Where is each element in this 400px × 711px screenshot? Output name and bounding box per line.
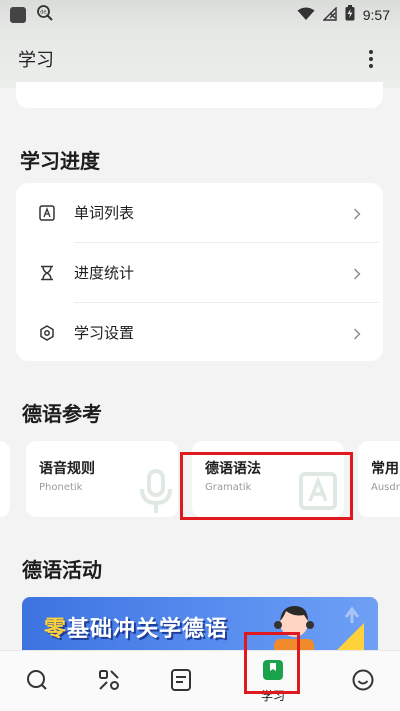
search-text-icon: de [36, 4, 54, 26]
app-notification-icon [10, 7, 26, 23]
ref-card-title: 德语语法 [205, 461, 261, 477]
wifi-icon [297, 6, 315, 25]
app-bar: 学习 [0, 30, 400, 88]
grammar-a-icon [298, 471, 338, 515]
progress-list-card: 单词列表 进度统计 学习设置 [16, 183, 383, 361]
clock-time: 9:57 [362, 7, 390, 23]
list-item-label: 单词列表 [74, 204, 135, 222]
list-item-vocabulary[interactable]: 单词列表 [16, 183, 383, 242]
ref-card-title: 语音规则 [39, 461, 95, 477]
nav-search[interactable] [1, 651, 73, 711]
no-signal-icon [322, 5, 337, 25]
arrow-up-decoration [332, 603, 368, 653]
microphone-icon [138, 469, 174, 517]
list-item-label: 学习设置 [74, 324, 135, 342]
bottom-nav: 学习 [0, 650, 400, 711]
page-title: 学习 [18, 50, 54, 71]
chevron-right-icon [353, 326, 365, 340]
ref-card-common[interactable]: 常用 Ausdr [358, 441, 400, 517]
settings-hex-icon [38, 324, 56, 342]
smiley-icon [351, 668, 375, 696]
ref-card-subtitle: Phonetik [39, 482, 83, 493]
banner-text: 零基础冲关学德语 [44, 611, 228, 643]
search-icon [25, 668, 49, 696]
list-item-label: 进度统计 [74, 264, 135, 282]
reference-section-title: 德语参考 [22, 402, 102, 426]
battery-charging-icon [345, 5, 355, 25]
vocab-list-icon [38, 204, 56, 222]
chevron-right-icon [353, 206, 365, 220]
progress-section-title: 学习进度 [20, 149, 100, 173]
book-icon [262, 659, 284, 685]
svg-text:de: de [40, 10, 46, 16]
ref-card-phonetics[interactable]: 语音规则 Phonetik [26, 441, 178, 517]
nav-label-study: 学习 [260, 689, 285, 703]
nav-apps[interactable] [73, 651, 145, 711]
nav-study[interactable]: 学习 [237, 651, 309, 711]
ref-card-grammar[interactable]: 德语语法 Gramatik [192, 441, 344, 517]
notes-icon [170, 668, 192, 696]
hourglass-icon [38, 264, 56, 282]
banner-zero-char: 零 [44, 617, 68, 642]
list-item-study-settings[interactable]: 学习设置 [16, 303, 383, 362]
activity-section-title: 德语活动 [22, 558, 102, 582]
ref-card-subtitle: Ausdr [371, 482, 400, 493]
activity-banner[interactable]: 零基础冲关学德语 [22, 597, 378, 653]
ref-card-subtitle: Gramatik [205, 482, 252, 493]
nav-profile[interactable] [327, 651, 399, 711]
nav-notes[interactable] [145, 651, 217, 711]
chevron-right-icon [353, 266, 365, 280]
mascot-illustration [270, 601, 330, 653]
banner-rest-text: 基础冲关学德语 [67, 617, 229, 642]
ref-card-partial[interactable] [0, 441, 10, 517]
ref-card-title: 常用 [371, 461, 399, 477]
more-vert-icon[interactable] [360, 48, 382, 70]
status-bar: de 9:57 [0, 0, 400, 30]
top-card [16, 82, 383, 108]
apps-icon [97, 668, 121, 696]
list-item-progress-stats[interactable]: 进度统计 [16, 243, 383, 302]
